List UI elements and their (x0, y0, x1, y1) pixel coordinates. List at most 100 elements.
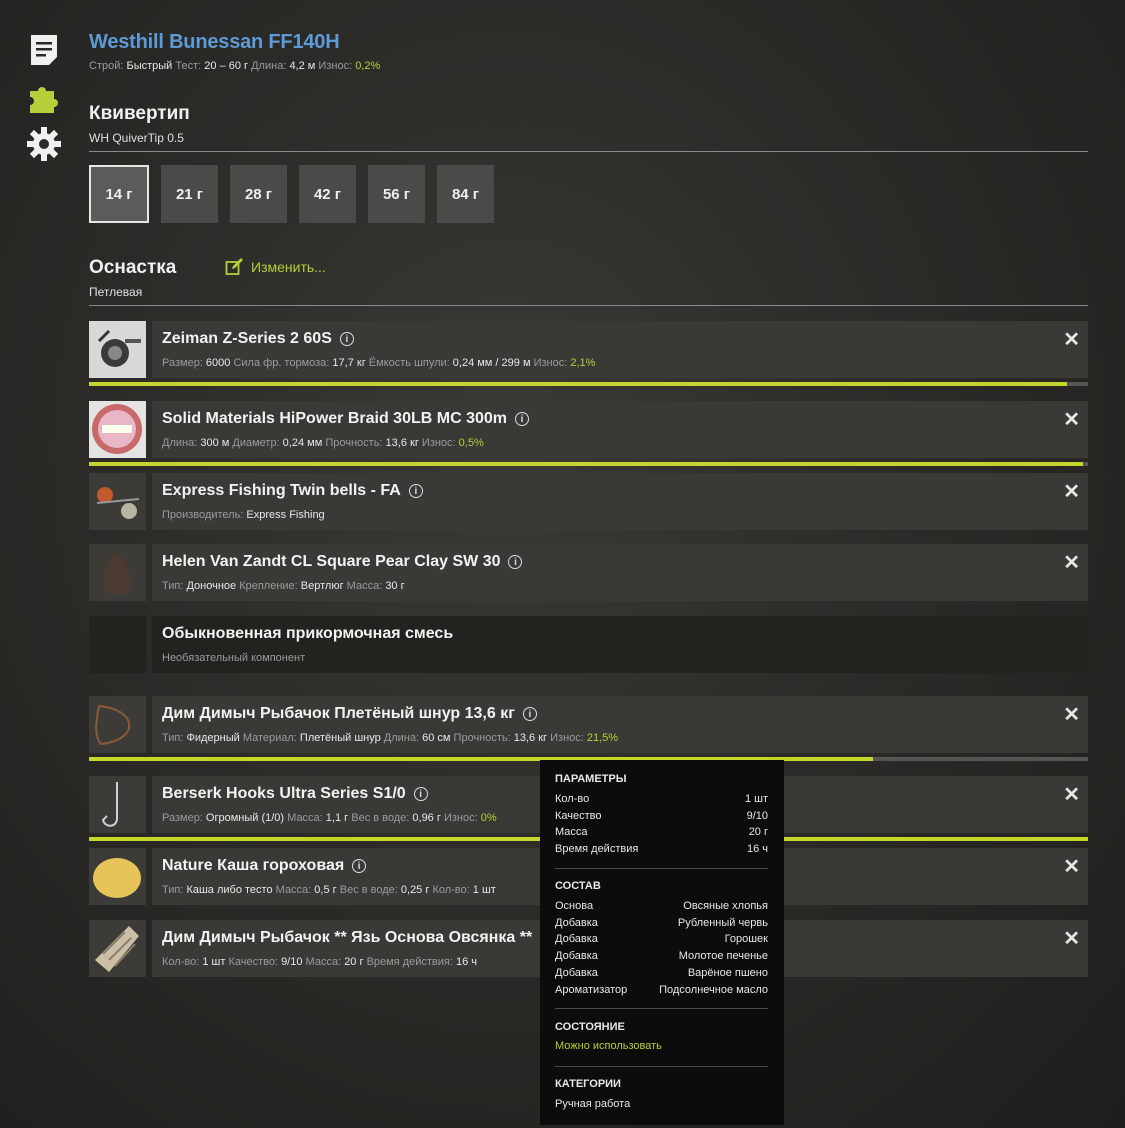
stat-label: Время действия: (366, 956, 456, 968)
bells-icon (89, 473, 146, 530)
stat-value: Вертлюг (300, 580, 344, 592)
close-icon[interactable]: ✕ (1063, 854, 1080, 879)
quivertip-option[interactable]: 84 г (437, 165, 494, 223)
tooltip-key: Основа (555, 900, 594, 912)
puzzle-icon[interactable] (24, 77, 64, 117)
tooltip-row: Ароматизатор Подсолнечное масло (555, 984, 768, 996)
item-stats: Размер: 6000 Сила фр. тормоза: 17,7 кг Ё… (162, 357, 595, 369)
quivertip-title: Квивертип (89, 103, 190, 124)
info-icon[interactable]: i (413, 787, 428, 801)
quivertip-option[interactable]: 21 г (161, 165, 218, 223)
tackle-item[interactable]: Helen Van Zandt CL Square Pear Clay SW 3… (89, 544, 1088, 601)
stat-value: 0% (480, 812, 497, 824)
quivertip-subtitle: WH QuiverTip 0.5 (89, 131, 184, 145)
item-panel: Zeiman Z-Series 2 60S i Размер: 6000 Сила … (152, 321, 1088, 378)
item-name: Express Fishing Twin bells - FA i (162, 482, 423, 500)
item-stats: Необязательный компонент (162, 652, 305, 664)
stat-label: Кол-во: (432, 884, 473, 896)
item-tooltip: ПАРАМЕТРЫ Кол-во 1 шт Качество 9/10 Масса 20 … (540, 760, 784, 1125)
close-icon[interactable]: ✕ (1063, 479, 1080, 504)
stat-value: Огромный (1/0) (205, 812, 285, 824)
line-spool-icon (89, 401, 146, 458)
info-icon[interactable]: i (508, 555, 523, 569)
info-icon[interactable]: i (522, 707, 537, 721)
document-icon[interactable] (24, 30, 64, 70)
stat-label: Прочность: (453, 732, 514, 744)
stat-value: Express Fishing (246, 509, 325, 521)
gear-icon[interactable] (24, 124, 64, 164)
stat-value: 2,1% (570, 357, 596, 369)
tooltip-state-value: Можно использовать (555, 1040, 662, 1052)
feeder-bag-icon (89, 920, 146, 977)
tackle-item[interactable]: Express Fishing Twin bells - FA i Производ… (89, 473, 1088, 530)
tackle-item[interactable]: Дим Димыч Рыбачок Плетёный шнур 13,6 кг i… (89, 696, 1088, 753)
stat-label: Тип: (162, 732, 187, 744)
info-icon[interactable]: i (339, 332, 354, 346)
item-name-text: Solid Materials HiPower Braid 30LB MC 30… (162, 410, 507, 427)
info-icon[interactable]: i (408, 484, 423, 498)
hook-icon (89, 776, 146, 833)
change-tackle-button[interactable]: Изменить... (225, 258, 326, 276)
item-stats: Тип: Фидерный Материал: Плетёный шнур Дл… (162, 732, 618, 744)
stat-label: Износ: (550, 732, 587, 744)
tooltip-value: 9/10 (746, 809, 768, 822)
stat-value: Фидерный (186, 732, 240, 744)
tackle-item[interactable]: Обыкновенная прикормочная смесь Необязате… (89, 616, 1088, 673)
stat-value: 1 шт (472, 884, 496, 896)
tooltip-key: Кол-во (555, 793, 590, 805)
rod-title: Westhill Bunessan FF140H (89, 31, 340, 53)
close-icon[interactable]: ✕ (1063, 702, 1080, 727)
item-panel: Express Fishing Twin bells - FA i Производ… (152, 473, 1088, 530)
close-icon[interactable]: ✕ (1063, 926, 1080, 951)
stat-label: Вес в воде: (351, 812, 413, 824)
close-icon[interactable]: ✕ (1063, 550, 1080, 575)
reel-icon (89, 321, 146, 378)
item-name-text: Nature Каша гороховая (162, 857, 345, 874)
stat-label: Тип: (162, 580, 187, 592)
tooltip-value: Варёное пшено (687, 966, 768, 979)
tooltip-value: 20 г (748, 826, 768, 839)
tooltip-composition-title: СОСТАВ (555, 880, 601, 892)
side-menu (24, 30, 64, 171)
quivertip-option[interactable]: 28 г (230, 165, 287, 223)
info-icon[interactable]: i (352, 859, 367, 873)
close-icon[interactable]: ✕ (1063, 327, 1080, 352)
stat-label: Износ: (443, 812, 481, 824)
info-icon[interactable]: i (515, 412, 529, 426)
quivertip-option[interactable]: 56 г (368, 165, 425, 223)
item-name: Дим Димыч Рыбачок ** Язь Основа Овсянка … (162, 929, 555, 947)
item-name-text: Дим Димыч Рыбачок ** Язь Основа Овсянка … (162, 929, 533, 946)
item-name-text: Обыкновенная прикормочная смесь (162, 625, 454, 642)
tooltip-key: Добавка (555, 950, 598, 963)
tooltip-state-title: СОСТОЯНИЕ (555, 1021, 625, 1033)
stat-value: 0,2% (355, 60, 381, 72)
tooltip-value: Овсяные хлопья (683, 900, 768, 912)
stat-value: Доночное (186, 580, 237, 592)
close-icon[interactable]: ✕ (1063, 782, 1080, 807)
tackle-item[interactable]: Zeiman Z-Series 2 60S i Размер: 6000 Сила … (89, 321, 1088, 378)
stat-label: Производитель: (162, 509, 247, 521)
stat-label: Материал: (242, 732, 300, 744)
stat-label: Ёмкость шпули: (368, 357, 453, 369)
divider (89, 305, 1088, 306)
stat-value: 9/10 (281, 956, 303, 968)
rod-stats: Строй: Быстрый Тест: 20 – 60 г Длина: 4,… (89, 60, 380, 72)
item-name-text: Zeiman Z-Series 2 60S (162, 330, 332, 347)
stat-label: Диаметр: (232, 437, 283, 449)
empty-slot (89, 616, 146, 673)
stat-label: Износ: (318, 60, 356, 72)
stat-label: Размер: (162, 357, 206, 369)
tooltip-row: Кол-во 1 шт (555, 793, 768, 805)
quivertip-option[interactable]: 42 г (299, 165, 356, 223)
item-name-text: Helen Van Zandt CL Square Pear Clay SW 3… (162, 553, 501, 570)
tackle-item[interactable]: Solid Materials HiPower Braid 30LB MC 30… (89, 401, 1088, 458)
stat-label: Тип: (162, 884, 187, 896)
tooltip-row: Основа Овсяные хлопья (555, 900, 768, 912)
tooltip-value: Рубленный червь (677, 916, 768, 929)
stat-label: Строй: (89, 60, 127, 72)
item-name: Обыкновенная прикормочная смесь (162, 625, 453, 643)
item-name-text: Berserk Hooks Ultra Series S1/0 (162, 785, 406, 802)
close-icon[interactable]: ✕ (1063, 407, 1080, 432)
leader-icon (89, 696, 146, 753)
quivertip-option[interactable]: 14 г (89, 165, 149, 223)
